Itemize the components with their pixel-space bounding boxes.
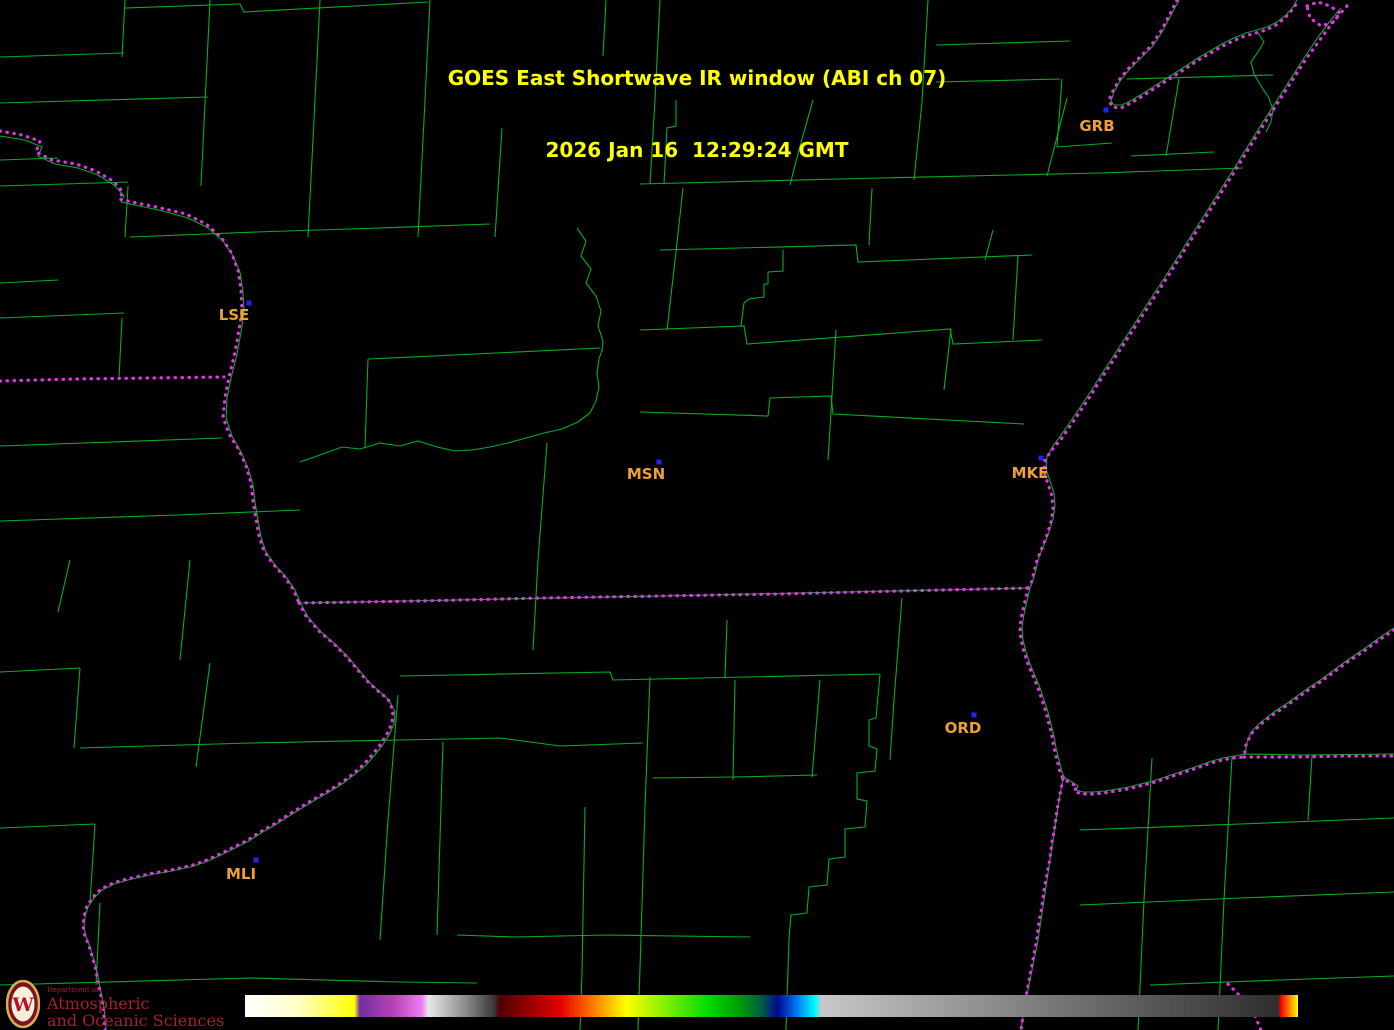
- state-border-dotted-line: [1244, 630, 1394, 757]
- temperature-colorbar: [245, 995, 1298, 1017]
- county-boundary-line: [80, 738, 643, 748]
- station-label-lse: LSE: [219, 306, 250, 324]
- county-boundary-line: [812, 680, 820, 777]
- county-boundary-line: [457, 935, 750, 937]
- county-boundary-line: [944, 329, 951, 390]
- county-boundary-line: [1138, 758, 1152, 1030]
- svg-text:W: W: [11, 994, 34, 1016]
- county-boundary-line: [437, 742, 443, 935]
- county-boundary-line: [640, 326, 1042, 344]
- station-marker-ord: [972, 713, 977, 718]
- county-boundary-line: [400, 672, 880, 680]
- county-boundary-line: [0, 280, 58, 283]
- county-boundary-line: [0, 136, 395, 1030]
- county-boundary-line: [130, 224, 490, 237]
- county-boundary-line: [300, 350, 602, 462]
- county-boundary-line: [180, 560, 190, 660]
- county-boundary-line: [1218, 757, 1232, 1030]
- station-label-ord: ORD: [945, 719, 982, 737]
- station-marker-lse: [247, 301, 252, 306]
- county-boundary-line: [119, 318, 122, 378]
- county-boundary-line: [577, 228, 603, 352]
- logo-name-line-1: Atmospheric: [47, 995, 224, 1012]
- satellite-image-viewer: GRBLSEMSNMKEORDMLI GOES East Shortwave I…: [0, 0, 1394, 1030]
- uw-aos-logo: W Department of Atmospheric and Oceanic …: [6, 980, 224, 1029]
- station-marker-msn: [657, 460, 662, 465]
- logo-name-line-2: and Oceanic Sciences: [47, 1012, 224, 1029]
- title-line-1: GOES East Shortwave IR window (ABI ch 07…: [0, 66, 1394, 90]
- station-label-mli: MLI: [226, 865, 256, 883]
- county-boundary-line: [368, 348, 600, 359]
- county-boundary-line: [1013, 255, 1018, 340]
- county-boundary-line: [380, 695, 398, 940]
- image-title: GOES East Shortwave IR window (ABI ch 07…: [0, 18, 1394, 210]
- county-boundary-line: [828, 330, 836, 460]
- county-boundary-line: [533, 443, 547, 650]
- county-boundary-line: [725, 620, 727, 677]
- county-boundary-line: [125, 2, 428, 12]
- state-border-dotted-line: [0, 377, 224, 381]
- uw-crest-icon: W: [6, 980, 40, 1028]
- station-label-msn: MSN: [627, 465, 665, 483]
- county-boundary-line: [1080, 818, 1394, 830]
- county-boundary-line: [1022, 588, 1394, 792]
- station-marker-mli: [254, 858, 259, 863]
- county-boundary-line: [0, 668, 80, 672]
- state-border-dotted-line: [1020, 588, 1244, 794]
- county-boundary-line: [653, 775, 817, 778]
- logo-text: Department of Atmospheric and Oceanic Sc…: [47, 980, 224, 1029]
- county-boundary-line: [641, 677, 650, 937]
- county-boundary-line: [365, 359, 368, 447]
- county-boundary-line: [890, 598, 902, 760]
- county-boundary-line: [0, 824, 95, 828]
- state-border-dotted-line: [1244, 756, 1394, 757]
- station-marker-mke: [1039, 456, 1044, 461]
- county-boundary-line: [0, 313, 124, 318]
- logo-dept-line: Department of: [47, 980, 224, 995]
- state-border-dotted-line: [83, 603, 393, 1030]
- county-boundary-line: [741, 250, 783, 326]
- county-boundary-line: [58, 560, 70, 612]
- county-boundary-line: [660, 245, 1032, 262]
- county-boundary-line: [1308, 756, 1312, 820]
- county-boundary-line: [196, 663, 210, 767]
- county-boundary-line: [789, 674, 880, 939]
- county-boundary-line: [985, 230, 993, 260]
- county-boundary-line: [74, 668, 80, 748]
- county-boundary-line: [0, 438, 222, 446]
- county-boundary-line: [1150, 976, 1394, 985]
- county-boundary-line: [90, 824, 95, 903]
- county-boundary-line: [1080, 892, 1394, 905]
- title-line-2: 2026 Jan 16 12:29:24 GMT: [0, 138, 1394, 162]
- station-label-mke: MKE: [1012, 464, 1049, 482]
- county-boundary-line: [733, 680, 735, 780]
